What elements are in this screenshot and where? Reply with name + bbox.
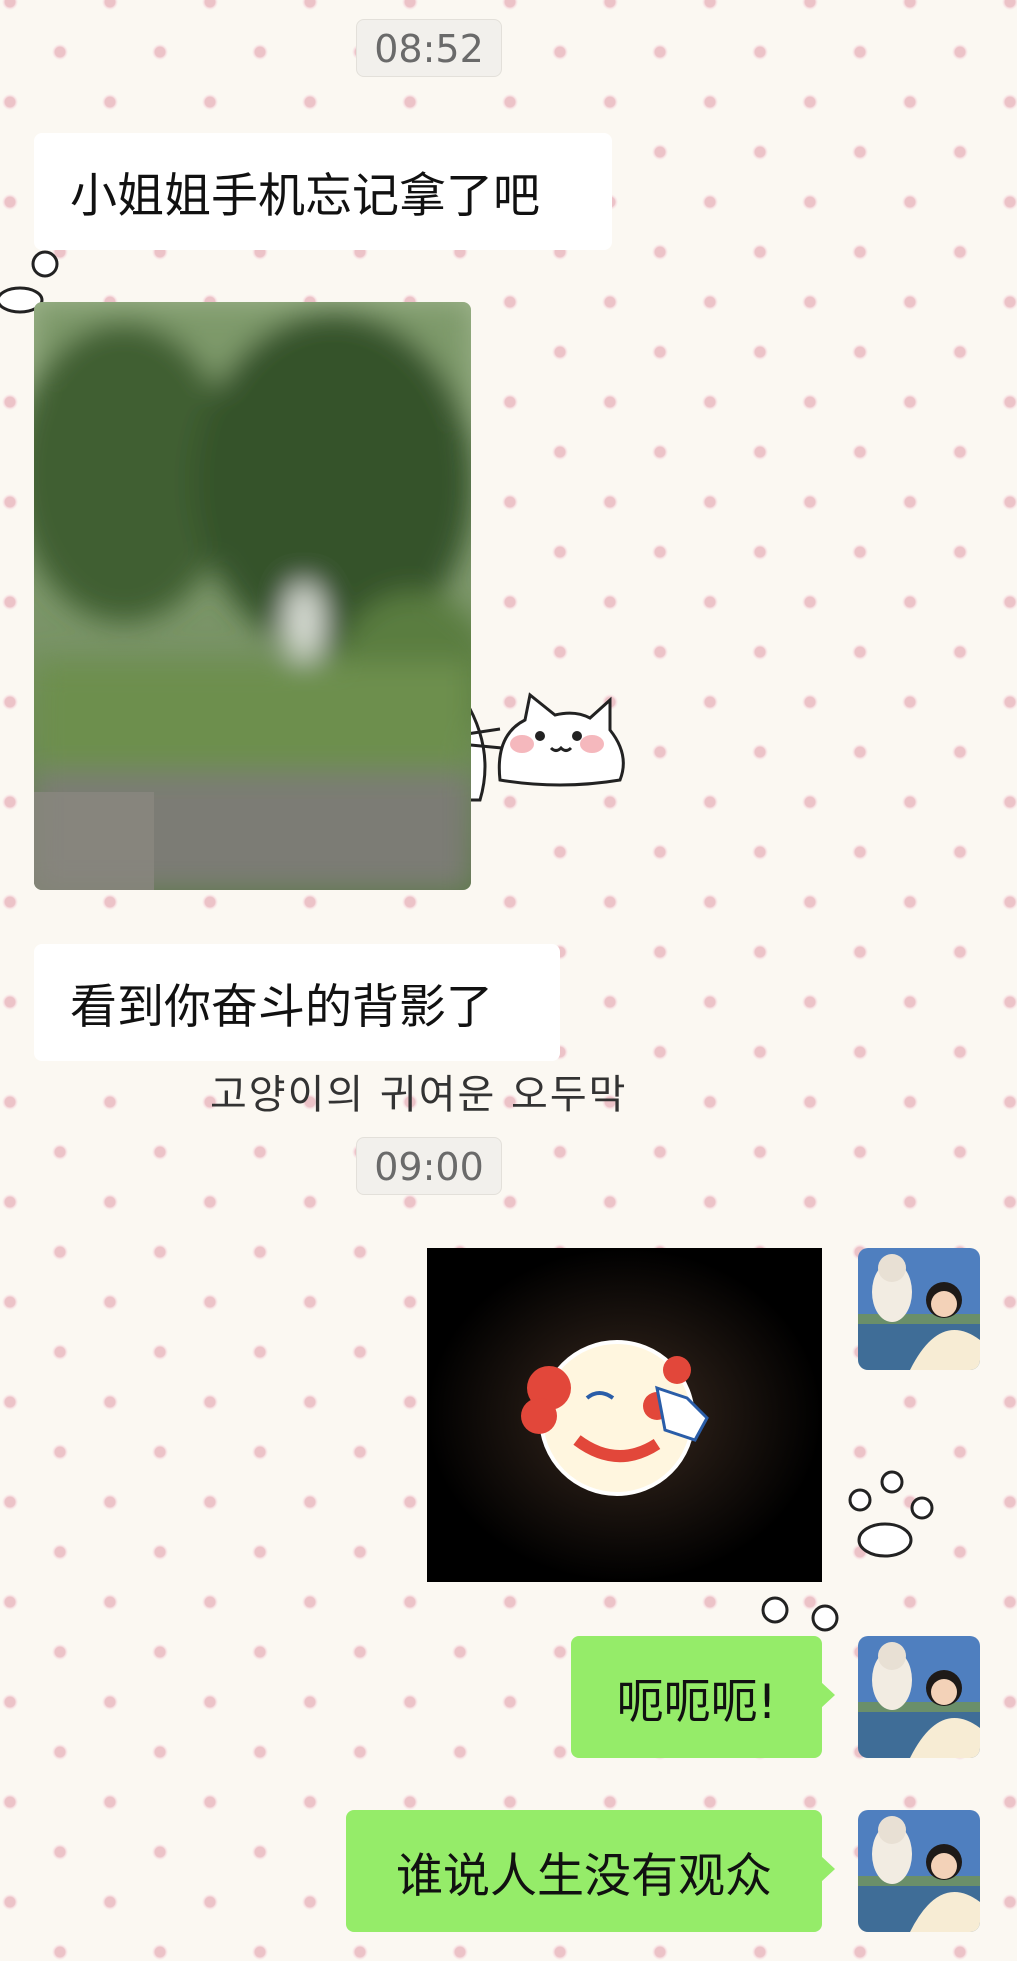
sent-sticker[interactable]	[427, 1248, 822, 1582]
incoming-message-bubble[interactable]: 看到你奋斗的背影了	[34, 944, 560, 1061]
timestamp-label: 08:52	[356, 19, 502, 77]
blurred-park-photo-icon	[34, 302, 471, 890]
outgoing-message-bubble[interactable]: 谁说人生没有观众	[346, 1810, 835, 1932]
user-avatar[interactable]	[858, 1810, 980, 1932]
received-photo[interactable]	[34, 302, 471, 890]
timestamp-label: 09:00	[356, 1137, 502, 1195]
clown-face-sticker-icon	[427, 1248, 822, 1582]
user-avatar[interactable]	[858, 1248, 980, 1370]
avatar-photo-icon	[858, 1248, 980, 1370]
outgoing-message-bubble[interactable]: 呃呃呃!	[571, 1636, 835, 1758]
avatar-photo-icon	[858, 1636, 980, 1758]
user-avatar[interactable]	[858, 1636, 980, 1758]
wallpaper-caption: 고양이의 귀여운 오두막	[210, 1072, 628, 1118]
incoming-message-bubble[interactable]: 小姐姐手机忘记拿了吧	[34, 133, 612, 250]
paw-print-icon	[761, 1596, 839, 1632]
paw-print-icon	[848, 1470, 934, 1558]
avatar-photo-icon	[858, 1810, 980, 1932]
